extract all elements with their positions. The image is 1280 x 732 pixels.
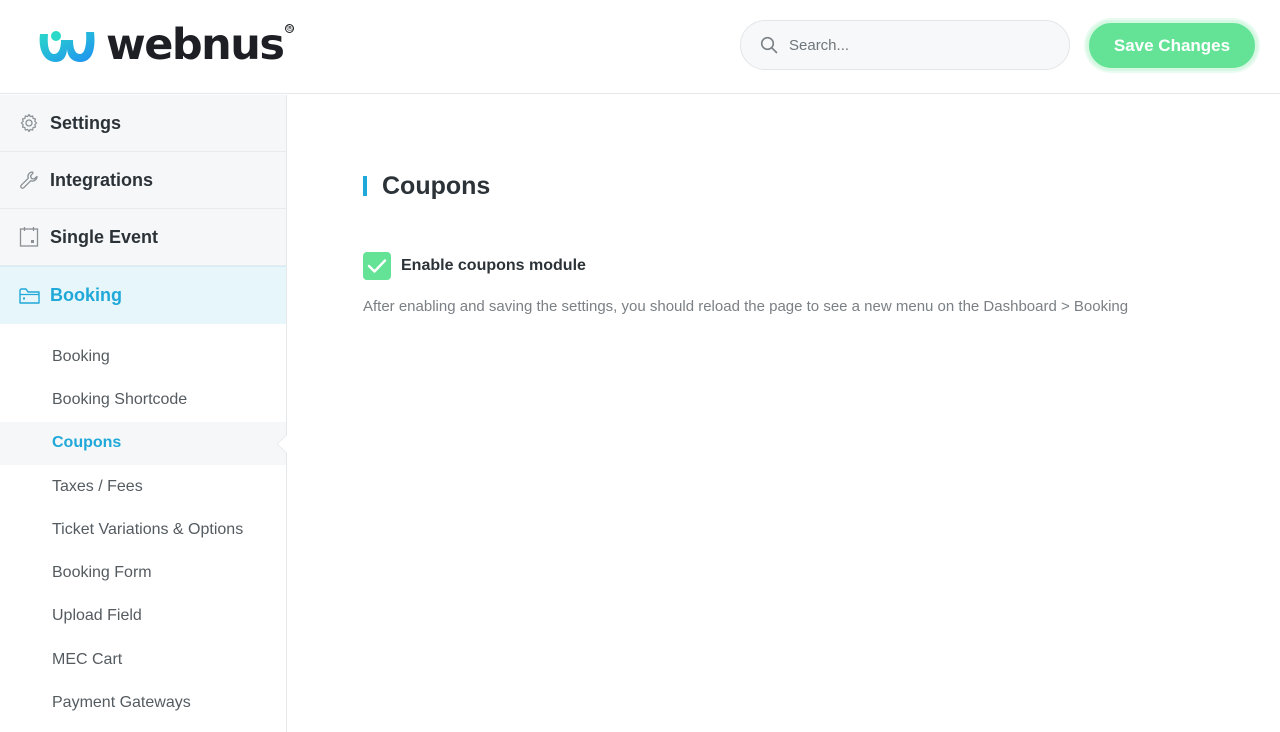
sidebar-item-label: Integrations <box>50 169 154 190</box>
enable-coupons-checkbox[interactable] <box>363 252 391 280</box>
search-icon <box>759 35 779 55</box>
logo-mark-icon <box>39 31 95 62</box>
search-input[interactable] <box>789 36 1049 54</box>
gear-icon <box>18 112 40 134</box>
booking-subnav: Booking Booking Shortcode Coupons Taxes … <box>0 324 287 725</box>
subnav-item-mec-cart[interactable]: MEC Cart <box>0 638 286 681</box>
subnav-item-booking-shortcode[interactable]: Booking Shortcode <box>0 378 286 421</box>
sidebar-item-booking[interactable]: Booking <box>0 266 286 324</box>
search-box[interactable] <box>740 20 1070 70</box>
sidebar-item-integrations[interactable]: Integrations <box>0 152 286 209</box>
enable-coupons-row: Enable coupons module <box>363 252 586 280</box>
top-header: webnus ® Save Changes <box>0 0 1280 94</box>
subnav-item-coupons[interactable]: Coupons <box>0 421 287 465</box>
wrench-icon <box>18 169 40 191</box>
save-changes-button[interactable]: Save Changes <box>1086 20 1258 71</box>
checkbox-label[interactable]: Enable coupons module <box>401 257 586 275</box>
page-title: Coupons <box>382 171 491 200</box>
registered-mark: ® <box>284 24 295 34</box>
sidebar-item-settings[interactable]: Settings <box>0 95 286 152</box>
main-content: Coupons Enable coupons module After enab… <box>288 95 1280 732</box>
calendar-icon <box>18 226 40 248</box>
help-text: After enabling and saving the settings, … <box>363 298 1129 315</box>
folder-icon <box>18 285 40 307</box>
subnav-item-taxes-fees[interactable]: Taxes / Fees <box>0 465 286 508</box>
webnus-logo[interactable]: webnus ® <box>36 20 295 70</box>
subnav-item-payment-gateways[interactable]: Payment Gateways <box>0 681 286 724</box>
sidebar-item-label: Booking <box>50 285 122 305</box>
sidebar-item-single-event[interactable]: Single Event <box>0 209 286 266</box>
subnav-item-booking[interactable]: Booking <box>0 335 286 378</box>
sidebar-item-label: Single Event <box>50 226 159 247</box>
section-title: Coupons <box>363 172 490 200</box>
sidebar-item-label: Settings <box>50 112 122 133</box>
subnav-item-booking-form[interactable]: Booking Form <box>0 551 286 594</box>
logo-text: webnus <box>106 20 285 70</box>
sidebar: Settings Integrations Single Event Booki… <box>0 95 287 732</box>
subnav-item-upload-field[interactable]: Upload Field <box>0 595 286 638</box>
checkmark-icon <box>367 259 387 273</box>
title-accent-bar <box>363 176 367 196</box>
sidebar-nav: Settings Integrations Single Event Booki… <box>0 95 286 324</box>
subnav-item-ticket-variations[interactable]: Ticket Variations & Options <box>0 508 286 551</box>
